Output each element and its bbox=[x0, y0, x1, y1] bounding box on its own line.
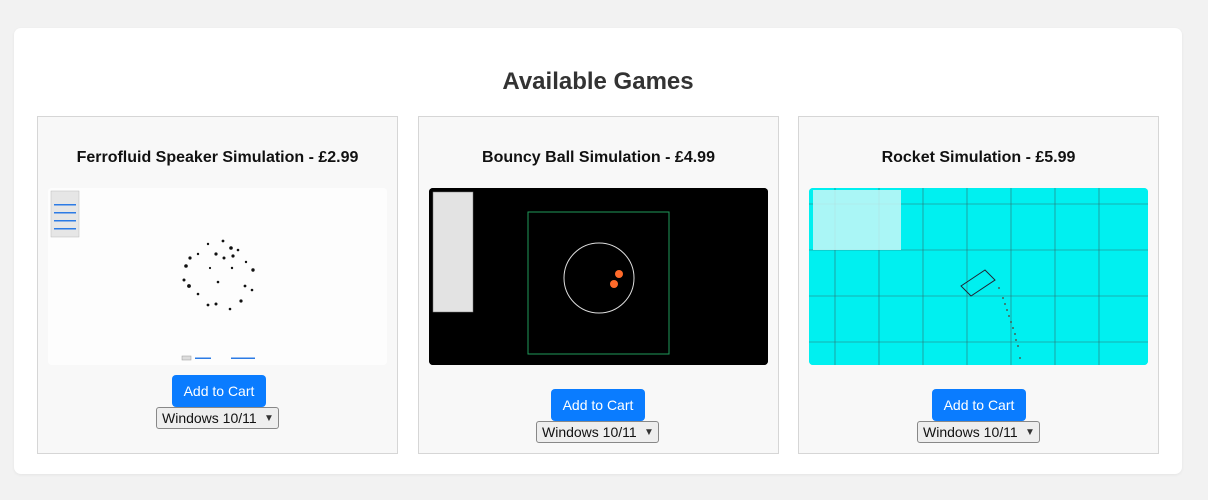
add-to-cart-button[interactable]: Add to Cart bbox=[172, 375, 266, 407]
platform-select-value: Windows 10/11 bbox=[542, 424, 637, 440]
platform-select[interactable]: Windows 10/11 ▼ bbox=[156, 407, 279, 429]
chevron-down-icon: ▼ bbox=[644, 426, 654, 438]
page-title: Available Games bbox=[502, 68, 694, 95]
product-card-bouncy-ball: Bouncy Ball Simulation - £4.99 Add to Ca… bbox=[418, 116, 779, 454]
chevron-down-icon: ▼ bbox=[1025, 426, 1035, 438]
product-card-rocket: Rocket Simulation - £5.99 Add to Cart Wi… bbox=[798, 116, 1159, 454]
add-to-cart-button[interactable]: Add to Cart bbox=[551, 389, 645, 421]
product-title: Ferrofluid Speaker Simulation - £2.99 bbox=[76, 149, 359, 166]
bouncy-ball-preview-image bbox=[429, 188, 768, 365]
product-card-ferrofluid: Ferrofluid Speaker Simulation - £2.99 Ad… bbox=[37, 116, 398, 454]
rocket-preview-image bbox=[809, 188, 1148, 365]
product-thumbnail[interactable] bbox=[429, 188, 768, 365]
product-title: Bouncy Ball Simulation - £4.99 bbox=[482, 149, 715, 166]
platform-select[interactable]: Windows 10/11 ▼ bbox=[536, 421, 659, 443]
product-thumbnail[interactable] bbox=[48, 188, 387, 365]
platform-select-value: Windows 10/11 bbox=[923, 424, 1018, 440]
platform-select[interactable]: Windows 10/11 ▼ bbox=[917, 421, 1040, 443]
product-thumbnail[interactable] bbox=[809, 188, 1148, 365]
add-to-cart-button[interactable]: Add to Cart bbox=[932, 389, 1026, 421]
ferrofluid-preview-image bbox=[48, 188, 387, 365]
platform-select-value: Windows 10/11 bbox=[162, 410, 257, 426]
product-title: Rocket Simulation - £5.99 bbox=[881, 149, 1076, 166]
chevron-down-icon: ▼ bbox=[264, 412, 274, 424]
